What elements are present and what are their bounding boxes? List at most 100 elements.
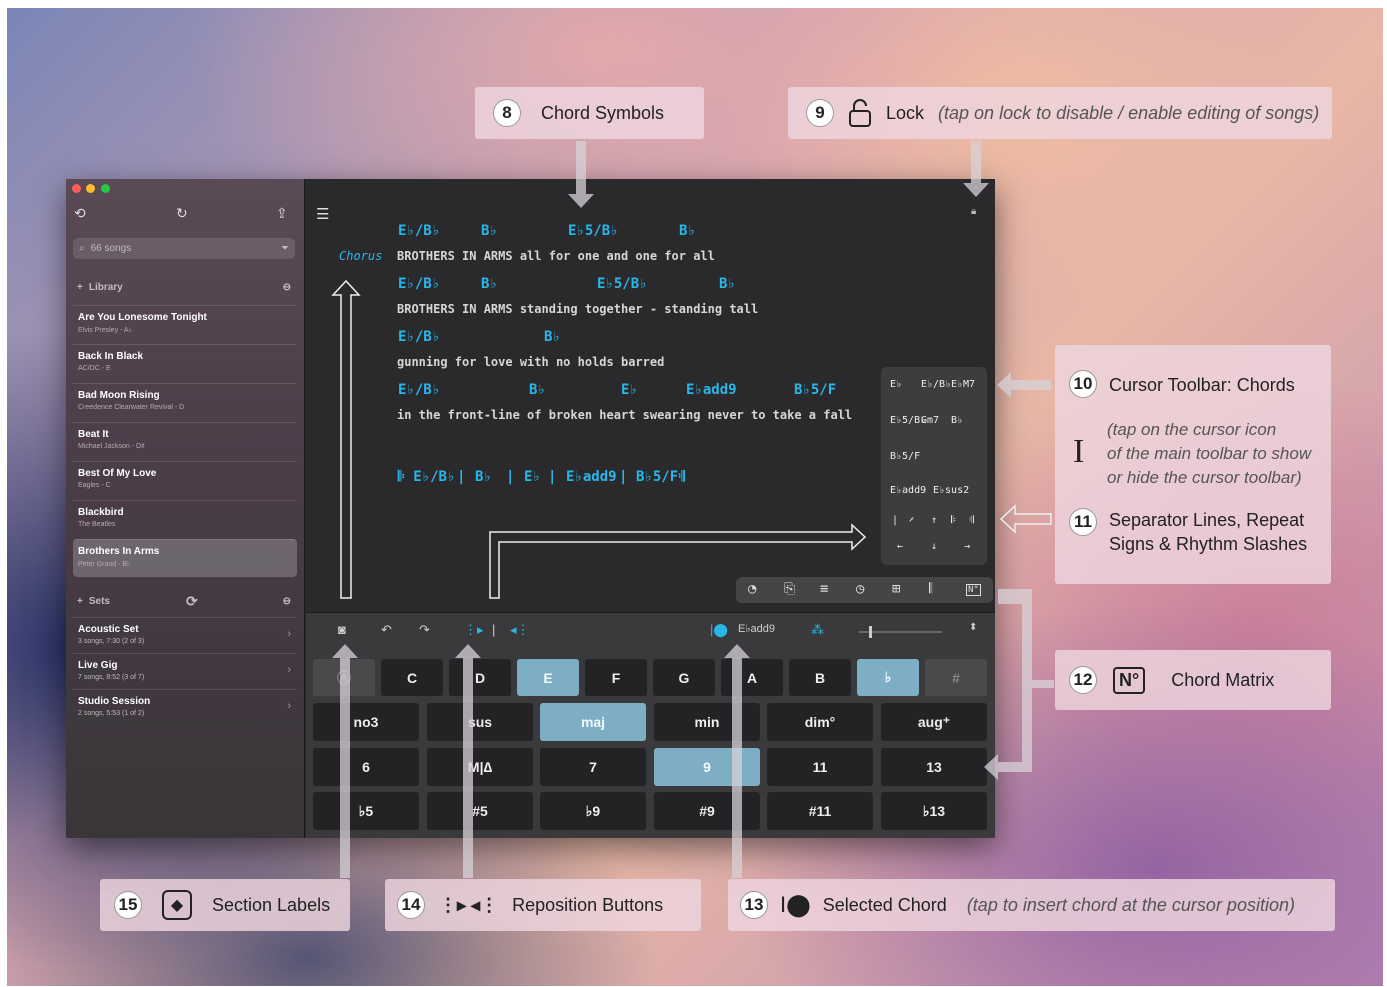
sync-set-icon[interactable]: ⟳: [186, 593, 198, 610]
chord-symbol[interactable]: B♭: [544, 329, 561, 345]
section-label[interactable]: Chorus: [339, 249, 382, 263]
collapse-icon[interactable]: ⊖: [283, 596, 291, 607]
lyric-line[interactable]: BROTHERS IN ARMS standing together - sta…: [397, 302, 758, 316]
root-key-b[interactable]: B: [789, 659, 851, 696]
flat-key[interactable]: ♭: [857, 659, 919, 696]
bar-line[interactable]: |: [457, 469, 465, 485]
bar-line[interactable]: |: [619, 469, 627, 485]
repeat-end-button[interactable]: 𝄇: [969, 515, 974, 526]
extension-key[interactable]: 7: [540, 748, 646, 786]
piano-icon[interactable]: 𝄃: [929, 581, 932, 597]
chord-symbol[interactable]: B♭: [481, 276, 498, 292]
clipboard-icon[interactable]: ⎘: [784, 581, 795, 597]
root-key-g[interactable]: G: [653, 659, 715, 696]
chord-symbol[interactable]: B♭5/F: [636, 469, 678, 485]
minimize-window-button[interactable]: [86, 184, 95, 193]
set-item[interactable]: Live Gig 7 songs, 8:52 (3 of 7) ›: [73, 653, 297, 688]
chord-symbol[interactable]: E♭/B♭: [398, 276, 440, 292]
metronome-icon[interactable]: ◷: [856, 581, 864, 597]
sharp-key[interactable]: #: [925, 659, 987, 696]
song-item[interactable]: Best Of My Love Eagles - C: [73, 461, 297, 499]
zoom-window-button[interactable]: [101, 184, 110, 193]
chord-symbol[interactable]: B♭: [475, 469, 492, 485]
size-slider[interactable]: [859, 626, 942, 638]
pick-icon[interactable]: ◔: [748, 581, 756, 597]
sync-icon[interactable]: ⟲: [74, 205, 86, 222]
cursor-chord[interactable]: E♭add9: [890, 485, 926, 496]
lyric-line[interactable]: BROTHERS IN ARMS all for one and one for…: [397, 249, 715, 263]
undo-icon[interactable]: ↶: [381, 622, 392, 638]
quality-key[interactable]: sus: [427, 703, 533, 741]
add-icon[interactable]: +: [77, 282, 83, 293]
chord-symbol[interactable]: E♭: [621, 382, 638, 398]
quality-key[interactable]: aug⁺: [881, 703, 987, 741]
text-format-icon[interactable]: ≡: [820, 581, 828, 597]
up-arrow-button[interactable]: ↑: [931, 515, 937, 526]
collapse-icon[interactable]: ⊖: [283, 282, 291, 293]
search-field[interactable]: ⌕ 66 songs ⏷: [73, 238, 295, 259]
song-editor[interactable]: ☰ 🔒︎ Chorus E♭/B♭ B♭ E♭5/B♭ B♭ BROTHERS …: [306, 179, 995, 612]
chord-symbol[interactable]: B♭: [481, 223, 498, 239]
chord-symbol[interactable]: E♭/B♭: [398, 329, 440, 345]
root-key-c[interactable]: C: [381, 659, 443, 696]
extension-key[interactable]: 13: [881, 748, 987, 786]
root-key-a[interactable]: A: [721, 659, 783, 696]
alteration-key[interactable]: #5: [427, 792, 533, 830]
bar-line[interactable]: |: [548, 469, 556, 485]
rhythm-slash-button[interactable]: 𝄎: [909, 515, 914, 526]
extension-key[interactable]: M|∆: [427, 748, 533, 786]
alteration-key[interactable]: #11: [767, 792, 873, 830]
chord-symbol[interactable]: 𝄆 E♭/B♭: [398, 469, 455, 485]
selected-chord[interactable]: E♭add9: [738, 622, 775, 635]
chord-symbol[interactable]: B♭: [679, 223, 696, 239]
song-item[interactable]: Blackbird The Beatles: [73, 500, 297, 538]
move-right-icon[interactable]: ⋮▸: [464, 622, 484, 638]
grid-icon[interactable]: ⊞: [892, 581, 900, 597]
song-item[interactable]: Back In Black AC/DC - E: [73, 344, 297, 382]
filter-icon[interactable]: ⏷: [281, 243, 289, 254]
extension-key[interactable]: 11: [767, 748, 873, 786]
voicing-icon[interactable]: ⁂: [811, 622, 824, 638]
alteration-key[interactable]: ♭9: [540, 792, 646, 830]
set-item[interactable]: Studio Session 2 songs, 5:53 (1 of 2) ›: [73, 689, 297, 724]
quality-key[interactable]: dim°: [767, 703, 873, 741]
quality-key[interactable]: maj: [540, 703, 646, 741]
chord-symbol[interactable]: E♭5/B♭: [597, 276, 648, 292]
selected-chord-icon[interactable]: |⬤: [710, 622, 728, 638]
chord-symbol[interactable]: E♭add9: [566, 469, 617, 485]
lyric-line[interactable]: gunning for love with no holds barred: [397, 355, 664, 369]
menu-icon[interactable]: ☰: [316, 205, 329, 223]
song-item-selected[interactable]: Brothers In Arms Peter Grand - B♭: [73, 539, 297, 577]
cursor-chord[interactable]: Gm7: [921, 415, 939, 426]
separator-line-button[interactable]: |: [892, 515, 898, 526]
alteration-key[interactable]: #9: [654, 792, 760, 830]
library-header[interactable]: + Library ⊖: [73, 277, 295, 297]
repeat-start-button[interactable]: 𝄆: [951, 515, 956, 526]
alteration-key[interactable]: ♭5: [313, 792, 419, 830]
chord-symbol[interactable]: B♭: [719, 276, 736, 292]
cursor-chord[interactable]: E♭M7: [951, 379, 975, 390]
cursor-chord[interactable]: E♭: [890, 379, 902, 390]
sets-header[interactable]: + Sets ⟳ ⊖: [73, 591, 295, 611]
cursor-chord[interactable]: E♭sus2: [933, 485, 969, 496]
chord-symbol[interactable]: E♭5/B♭: [568, 223, 619, 239]
lyric-line[interactable]: in the front-line of broken heart sweari…: [397, 408, 852, 422]
stepper-icon[interactable]: ⬍: [969, 622, 977, 633]
lock-icon[interactable]: 🔒︎: [971, 206, 976, 217]
song-item[interactable]: Beat It Michael Jackson - D♯: [73, 422, 297, 460]
song-item[interactable]: Are You Lonesome Tonight Elvis Presley - …: [73, 305, 297, 343]
chord-matrix-toggle-icon[interactable]: N°: [966, 584, 981, 596]
alteration-key[interactable]: ♭13: [881, 792, 987, 830]
move-left-icon[interactable]: ◂⋮: [510, 622, 530, 638]
root-key-f[interactable]: F: [585, 659, 647, 696]
extension-key[interactable]: 6: [313, 748, 419, 786]
chord-symbol[interactable]: B♭: [529, 382, 546, 398]
share-icon[interactable]: ⇪: [276, 205, 288, 222]
chord-symbol[interactable]: E♭: [524, 469, 541, 485]
root-key-d[interactable]: D: [449, 659, 511, 696]
chord-symbol[interactable]: E♭/B♭: [398, 382, 440, 398]
right-arrow-button[interactable]: →: [964, 541, 970, 552]
down-arrow-button[interactable]: ↓: [931, 541, 937, 552]
close-window-button[interactable]: [72, 184, 81, 193]
set-item[interactable]: Acoustic Set 3 songs, 7:30 (2 of 3) ›: [73, 617, 297, 652]
